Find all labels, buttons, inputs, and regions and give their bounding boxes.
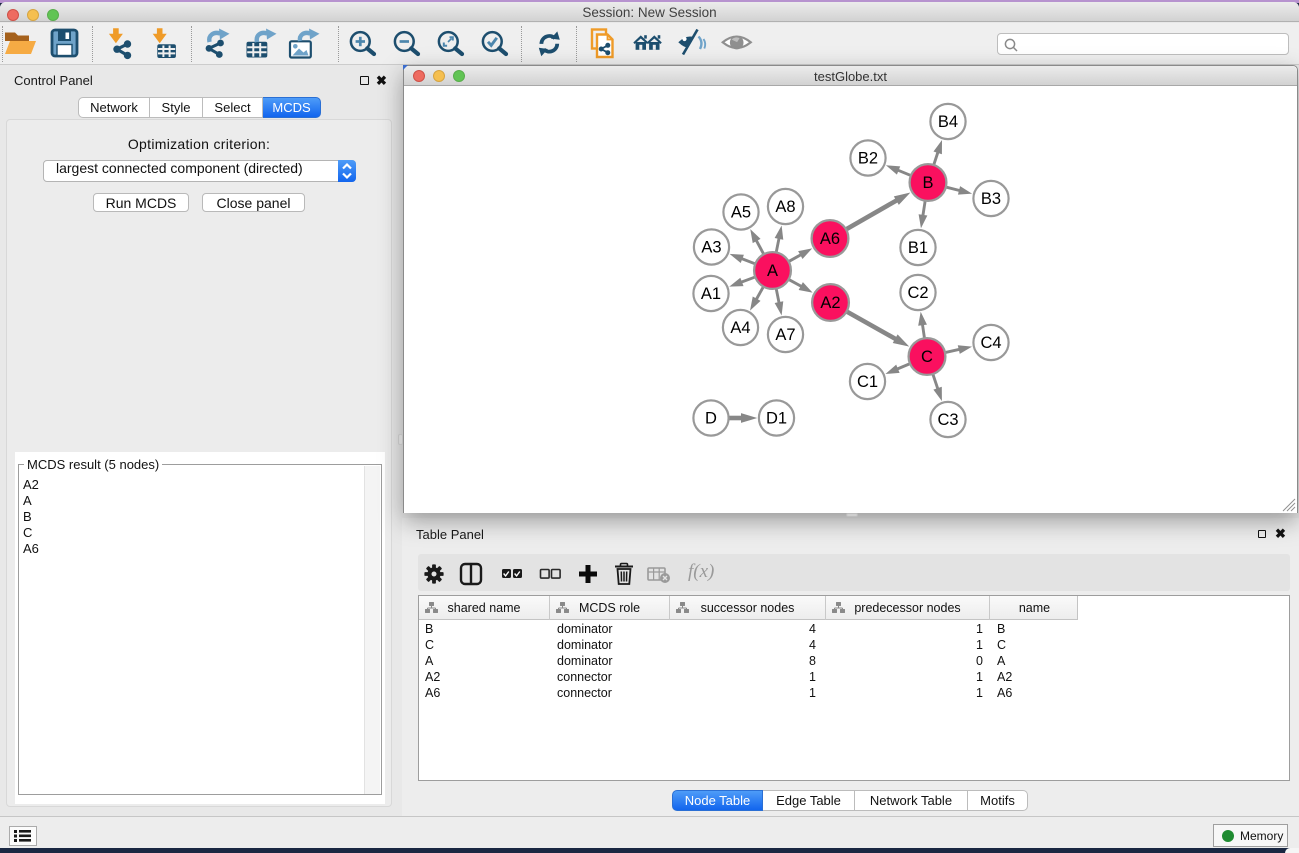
svg-text:A1: A1	[701, 285, 721, 303]
svg-text:A6: A6	[820, 230, 840, 248]
svg-text:B1: B1	[908, 239, 928, 257]
svg-text:A: A	[767, 262, 778, 280]
svg-text:A8: A8	[775, 198, 795, 216]
svg-text:B3: B3	[981, 190, 1001, 208]
svg-text:D: D	[705, 410, 717, 428]
svg-text:A3: A3	[701, 239, 721, 257]
svg-text:B2: B2	[858, 150, 878, 168]
svg-text:C: C	[921, 348, 933, 366]
svg-text:A4: A4	[730, 319, 750, 337]
svg-text:B4: B4	[938, 113, 958, 131]
svg-text:C2: C2	[907, 284, 928, 302]
svg-text:A5: A5	[731, 204, 751, 222]
svg-text:B: B	[922, 174, 933, 192]
svg-text:C4: C4	[980, 334, 1001, 352]
svg-text:C3: C3	[937, 411, 958, 429]
svg-text:D1: D1	[766, 410, 787, 428]
svg-text:A7: A7	[775, 326, 795, 344]
svg-text:A2: A2	[820, 294, 840, 312]
svg-text:C1: C1	[857, 373, 878, 391]
